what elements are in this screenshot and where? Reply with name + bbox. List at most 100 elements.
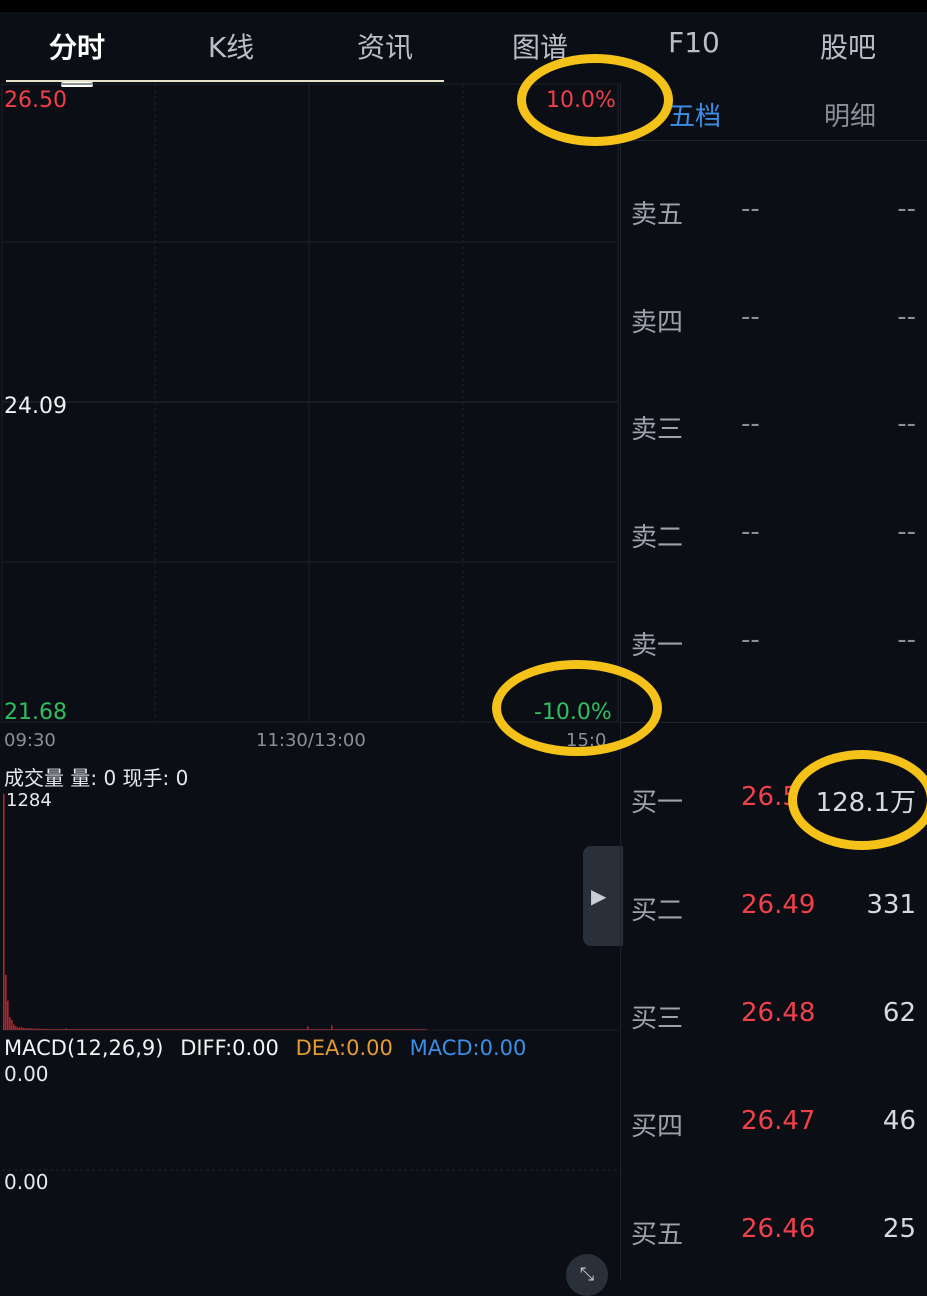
sell-row-4[interactable]: 卖四 -- -- — [621, 302, 927, 342]
volume-bar — [239, 1029, 241, 1030]
sell-price: -- — [741, 409, 760, 439]
volume-bar — [417, 1029, 419, 1030]
tab-fenshi[interactable]: 分时 — [0, 26, 154, 66]
volume-bar — [139, 1029, 141, 1030]
tab-forum[interactable]: 股吧 — [771, 26, 925, 66]
volume-bar — [97, 1029, 99, 1030]
buy-row-2[interactable]: 买二 26.49 331 — [621, 890, 927, 930]
volume-bar — [225, 1029, 227, 1030]
macd-legend: MACD(12,26,9) DIFF:0.00 DEA:0.00 MACD:0.… — [4, 1036, 536, 1060]
buy-row-4[interactable]: 买四 26.47 46 — [621, 1106, 927, 1146]
buy-row-1[interactable]: 买一 26.5 128.1万 — [621, 782, 927, 822]
volume-title: 成交量 量: 0 现手: 0 — [4, 766, 189, 790]
volume-bar — [405, 1029, 407, 1030]
volume-bar — [19, 1027, 21, 1030]
volume-bar — [23, 1028, 25, 1030]
buy-row-3[interactable]: 买三 26.48 62 — [621, 998, 927, 1038]
volume-bar — [133, 1029, 135, 1030]
volume-bar — [181, 1029, 183, 1030]
volume-bar — [319, 1029, 321, 1030]
volume-bar — [203, 1029, 205, 1030]
buy-volume: 46 — [882, 1106, 916, 1136]
volume-bar — [29, 1028, 31, 1030]
volume-bar — [379, 1029, 381, 1030]
volume-bar — [77, 1029, 79, 1030]
tab-graph[interactable]: 图谱 — [463, 26, 617, 66]
volume-bar — [385, 1029, 387, 1030]
volume-bar — [287, 1029, 289, 1030]
volume-bar — [199, 1029, 201, 1030]
buy-row-5[interactable]: 买五 26.46 25 — [621, 1214, 927, 1254]
volume-bar — [401, 1029, 403, 1030]
volume-bar — [187, 1029, 189, 1030]
price-high-label: 26.50 — [4, 88, 67, 113]
volume-bar — [127, 1029, 129, 1030]
volume-bar — [217, 1029, 219, 1030]
volume-bar — [425, 1029, 427, 1030]
volume-bar — [83, 1029, 85, 1030]
volume-bar — [65, 1028, 67, 1030]
volume-bar — [353, 1029, 355, 1030]
sell-row-3[interactable]: 卖三 -- -- — [621, 409, 927, 449]
volume-bar — [175, 1029, 177, 1030]
buy-level-label: 买二 — [631, 896, 684, 926]
volume-bar — [343, 1029, 345, 1030]
sell-price: -- — [741, 625, 760, 655]
volume-bar — [191, 1029, 193, 1030]
volume-bar — [103, 1029, 105, 1030]
sell-row-5[interactable]: 卖五 -- -- — [621, 194, 927, 234]
volume-bar — [37, 1028, 39, 1030]
volume-bar — [231, 1029, 233, 1030]
time-end-label: 15:0 — [566, 730, 607, 751]
volume-bar — [293, 1029, 295, 1030]
volume-bar — [55, 1029, 57, 1030]
tab-f10[interactable]: F10 — [617, 26, 771, 59]
volume-bar — [119, 1029, 121, 1030]
volume-bar — [347, 1029, 349, 1030]
volume-bar — [403, 1029, 405, 1030]
volume-bar — [137, 1029, 139, 1030]
volume-bar — [337, 1029, 339, 1030]
ob-middle-divider — [621, 722, 927, 723]
volume-bar — [349, 1029, 351, 1030]
volume-bar — [25, 1028, 27, 1030]
sell-volume: -- — [897, 409, 916, 439]
volume-bar — [259, 1029, 261, 1030]
volume-bar — [85, 1029, 87, 1030]
sell-row-1[interactable]: 卖一 -- -- — [621, 625, 927, 665]
side-panel-handle[interactable]: ▶ — [583, 846, 623, 946]
volume-bar — [281, 1029, 283, 1030]
tab-details[interactable]: 明细 — [824, 96, 876, 133]
volume-bar — [15, 1025, 17, 1030]
volume-bar — [251, 1029, 253, 1030]
sell-row-2[interactable]: 卖二 -- -- — [621, 517, 927, 557]
buy-volume: 128.1万 — [815, 788, 916, 818]
fullscreen-button[interactable]: ⤡ — [566, 1254, 608, 1296]
volume-bar — [87, 1029, 89, 1030]
tab-five-levels[interactable]: 五档 — [669, 96, 721, 133]
intraday-chart[interactable]: 26.50 10.0% 24.09 21.68 -10.0% 09:30 11:… — [0, 82, 623, 1296]
volume-bar — [49, 1028, 51, 1030]
tab-news[interactable]: 资讯 — [308, 26, 462, 66]
volume-bar — [297, 1029, 299, 1030]
volume-bar — [289, 1029, 291, 1030]
volume-bar — [125, 1029, 127, 1030]
sell-level-label: 卖四 — [631, 308, 684, 338]
volume-bar — [363, 1029, 365, 1030]
volume-bar — [255, 1029, 257, 1030]
diff-label: DIFF:0.00 — [180, 1036, 279, 1060]
sell-volume: -- — [897, 625, 916, 655]
buy-price: 26.5 — [741, 782, 799, 812]
volume-bar — [377, 1029, 379, 1030]
volume-bar — [221, 1029, 223, 1030]
volume-bar — [195, 1029, 197, 1030]
volume-bar — [201, 1029, 203, 1030]
volume-bar — [367, 1029, 369, 1030]
buy-price: 26.47 — [741, 1106, 816, 1136]
volume-bar — [325, 1029, 327, 1030]
volume-bar — [39, 1028, 41, 1030]
volume-bar — [7, 1000, 9, 1030]
volume-bar — [111, 1029, 113, 1030]
tab-kline[interactable]: K线 — [154, 26, 308, 66]
volume-bar — [27, 1028, 29, 1030]
